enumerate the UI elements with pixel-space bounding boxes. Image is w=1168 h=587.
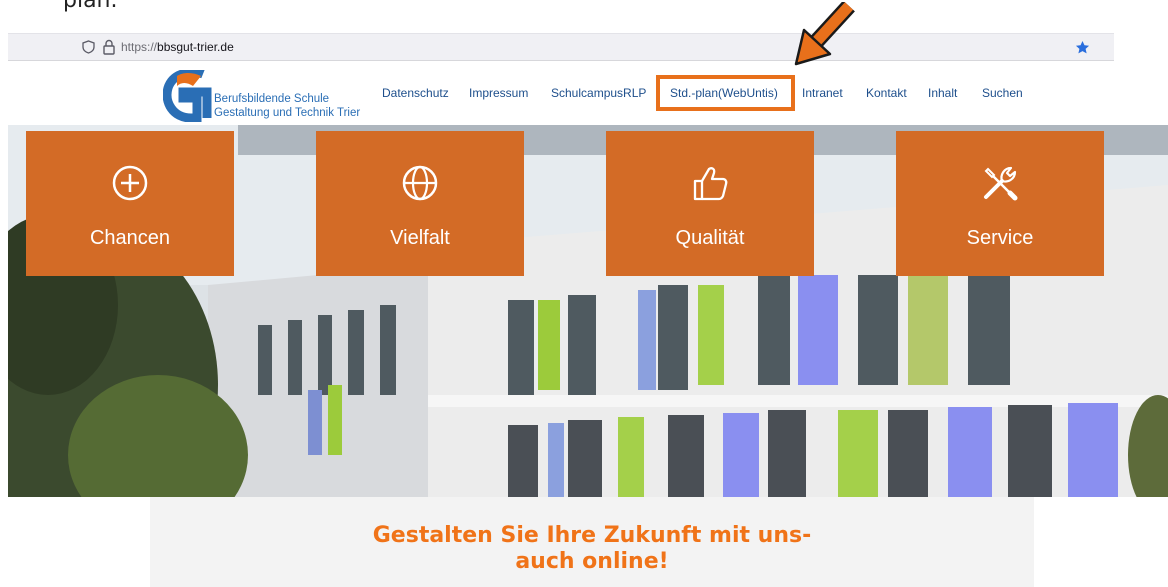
tile-label: Service [966, 227, 1034, 249]
tagline: Gestalten Sie Ihre Zukunft mit uns- auch… [150, 523, 1034, 575]
url-scheme: https:// [121, 40, 158, 54]
tagline-line1: Gestalten Sie Ihre Zukunft mit uns- [372, 523, 812, 548]
nav-intranet[interactable]: Intranet [802, 86, 843, 100]
hero-image: Chancen Vielfalt Qualität Service [8, 125, 1168, 497]
tools-icon [984, 166, 1018, 201]
annotation-arrow-icon [794, 2, 855, 66]
nav-kontakt[interactable]: Kontakt [866, 86, 907, 100]
tile-vielfalt[interactable]: Vielfalt [316, 131, 524, 276]
main-nav: Datenschutz Impressum SchulcampusRLP Std… [8, 75, 1114, 111]
logo-text-line2: Gestaltung und Technik Trier [214, 107, 361, 119]
shield-icon[interactable] [82, 40, 95, 54]
tile-label: Vielfalt [390, 227, 450, 249]
plus-circle-icon [112, 165, 148, 201]
nav-inhalt[interactable]: Inhalt [928, 86, 957, 100]
bookmark-star-icon[interactable] [1075, 40, 1090, 55]
tile-qualitaet[interactable]: Qualität [606, 131, 814, 276]
content-band: Gestalten Sie Ihre Zukunft mit uns- auch… [150, 497, 1034, 587]
nav-impressum[interactable]: Impressum [469, 86, 528, 100]
tile-chancen[interactable]: Chancen [26, 131, 234, 276]
globe-icon [402, 165, 438, 201]
nav-suchen[interactable]: Suchen [982, 86, 1023, 100]
screenshot: plan. https://bbsgut-trier.de Berufsbild… [0, 0, 1168, 587]
browser-address-bar[interactable]: https://bbsgut-trier.de [8, 33, 1114, 61]
nav-datenschutz[interactable]: Datenschutz [382, 86, 449, 100]
caption-text: plan. [63, 0, 118, 13]
site-header: Berufsbildende Schule Gestaltung und Tec… [8, 61, 1114, 125]
thumbs-up-icon [693, 167, 728, 201]
url-host: bbsgut-trier.de [157, 40, 234, 54]
url-text[interactable]: https://bbsgut-trier.de [121, 40, 234, 54]
tile-service[interactable]: Service [896, 131, 1104, 276]
tagline-line2: auch online! [515, 549, 669, 574]
lock-icon[interactable] [103, 39, 115, 55]
tile-label: Qualität [675, 227, 745, 249]
nav-schulcampusrlp[interactable]: SchulcampusRLP [551, 86, 646, 100]
tile-label: Chancen [89, 227, 171, 249]
highlight-box [656, 75, 795, 111]
